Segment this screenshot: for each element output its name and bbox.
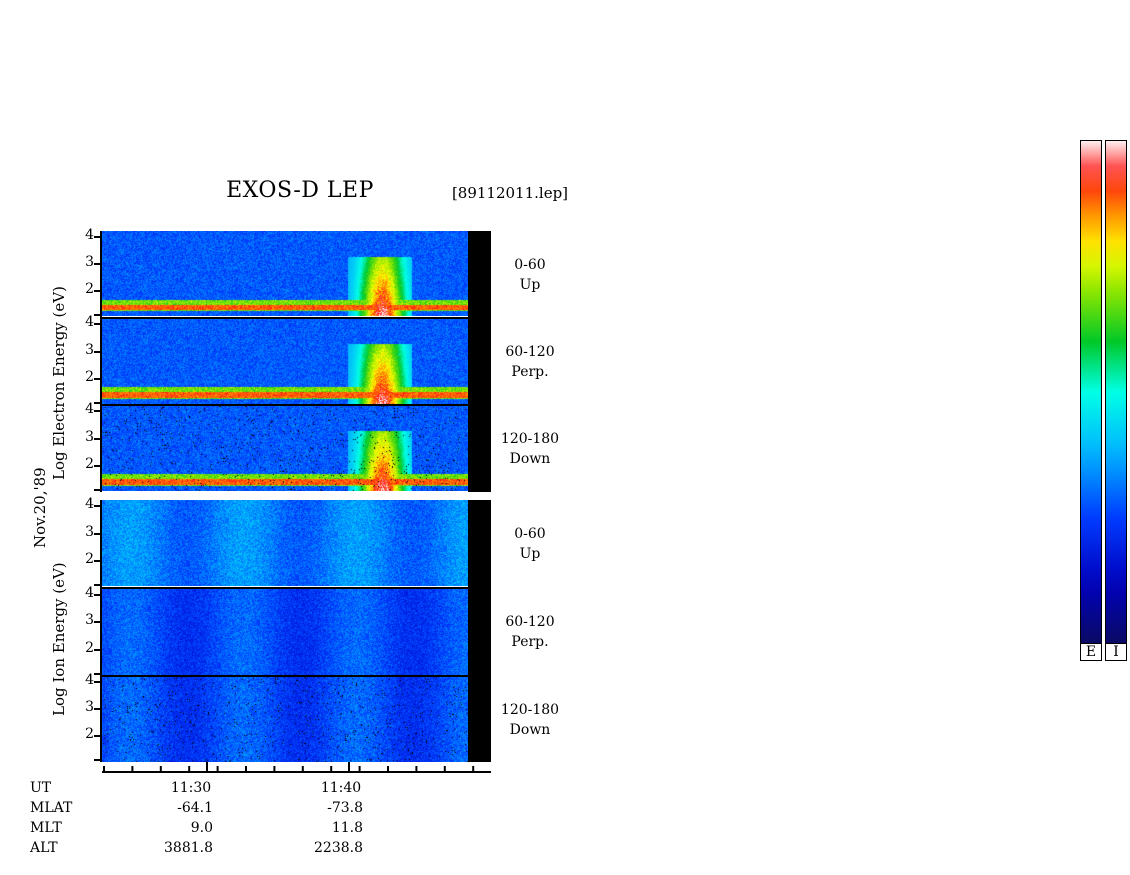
channel-label: 0-60 Up [490,524,570,564]
y-tick [94,464,100,467]
channel-range: 60-120 [505,614,555,630]
y-tick-label: 3 [85,428,94,445]
y-tick-label: 3 [85,341,94,358]
date-label: Nov.20,'89 [31,467,49,548]
channel-label: 60-120 Perp. [490,612,570,652]
y-tick-label: 2 [85,550,94,567]
y-tick-label: 3 [85,612,94,628]
electron-up-spectrogram [102,231,468,316]
channel-label: 0-60 Up [490,255,570,295]
electron-colorbar-label: E [1080,643,1102,661]
y-tick-label: 4 [85,401,94,418]
time-axis [102,762,491,773]
y-tick [94,410,100,413]
ephemeris-value: -73.8 [327,800,363,816]
ephemeris-value: 11:30 [170,780,212,796]
channel-range: 0-60 [514,257,546,273]
ion-colorbar-label: I [1105,643,1127,661]
ion-perp-spectrogram [102,588,468,675]
y-tick [94,708,100,711]
channel-direction: Perp. [511,634,549,650]
y-tick-label: 2 [85,639,94,656]
y-tick-label: 2 [85,368,94,385]
y-tick [94,559,100,562]
electron-colorbar [1080,140,1102,644]
electron-y-axis [100,231,102,492]
electron-y-axis-label: Log Electron Energy (eV) [50,286,68,480]
ion-y-axis [100,500,102,762]
y-tick-label: 3 [85,523,94,540]
ion-data-gap [468,500,491,762]
channel-label: 120-180 Down [490,429,570,469]
y-tick [94,532,100,535]
panel-separator [102,675,468,677]
chart-title: EXOS-D LEP [226,178,374,203]
channel-direction: Down [509,722,551,738]
y-tick [94,377,100,380]
ephemeris-value: 11.8 [331,820,363,836]
y-tick [94,584,100,586]
electron-data-gap [468,231,491,492]
channel-range: 60-120 [505,344,555,360]
y-tick-label: 3 [85,254,94,271]
channel-direction: Perp. [511,364,549,380]
electron-down-spectrogram [102,405,468,491]
y-tick-label: 2 [85,726,94,743]
ion-colorbar [1105,140,1127,644]
y-tick-label: 4 [85,584,94,601]
y-tick-label: 2 [85,281,94,298]
y-tick [94,735,100,738]
file-label: [89112011.lep] [451,184,569,202]
y-tick-label: 4 [85,314,94,331]
ephemeris-value: 9.0 [190,820,213,836]
ephemeris-value: -64.1 [177,800,213,816]
y-tick [94,593,100,596]
y-tick [94,290,100,293]
y-tick-label: 4 [85,227,94,244]
ephemeris-value: 2238.8 [314,840,363,856]
y-tick-label: 4 [85,672,94,689]
channel-range: 0-60 [514,526,546,542]
panel-separator [102,404,468,406]
panel-separator [102,587,468,589]
ephemeris-row-name: MLAT [30,800,73,816]
ion-down-spectrogram [102,676,468,762]
electron-perp-spectrogram [102,318,468,404]
ion-y-axis-label: Log Ion Energy (eV) [50,562,68,716]
channel-direction: Up [519,277,541,293]
y-tick [94,314,100,316]
channel-label: 60-120 Perp. [490,342,570,382]
y-tick-label: 2 [85,455,94,472]
channel-label: 120-180 Down [490,700,570,740]
y-tick [94,505,100,508]
y-tick [94,402,100,404]
y-tick [94,263,100,266]
y-tick-label: 4 [85,496,94,513]
panel-separator [102,317,468,319]
channel-range: 120-180 [500,431,560,447]
y-tick [94,437,100,440]
channel-direction: Up [519,546,541,562]
ephemeris-row-name: ALT [30,840,58,856]
y-tick [94,236,100,239]
ion-up-spectrogram [102,500,468,586]
y-tick-label: 3 [85,699,94,716]
y-tick [94,489,100,491]
y-tick [94,350,100,353]
y-tick [94,323,100,326]
channel-direction: Down [509,451,551,467]
ephemeris-value: 3881.8 [164,840,213,856]
ephemeris-value: 11:40 [320,780,362,796]
ephemeris-row-name: UT [30,780,52,796]
y-tick [94,648,100,651]
ephemeris-row-name: MLT [30,820,62,836]
channel-range: 120-180 [500,702,560,718]
y-tick [94,681,100,684]
y-tick [94,673,100,675]
y-tick [94,621,100,623]
